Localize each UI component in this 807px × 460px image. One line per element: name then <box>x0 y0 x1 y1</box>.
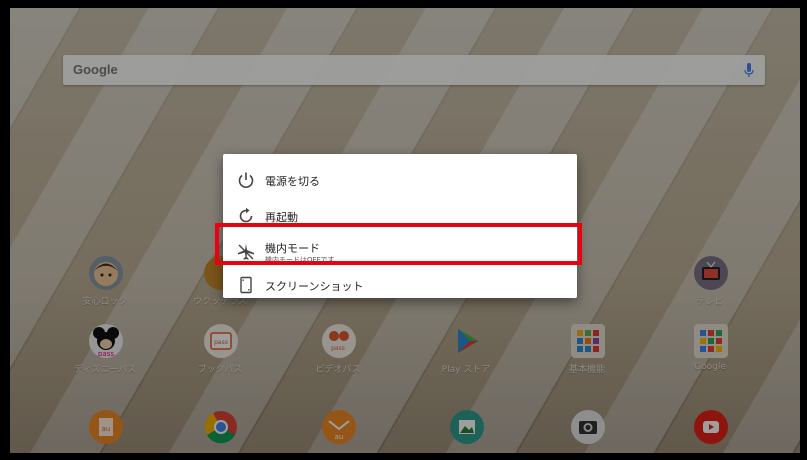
menu-item-power-off[interactable]: 電源を切る <box>223 162 577 198</box>
power-icon <box>238 172 254 188</box>
screenshot-icon <box>240 276 252 294</box>
menu-item-label: 電源を切る <box>265 175 320 188</box>
menu-item-screenshot[interactable]: スクリーンショット <box>223 270 577 306</box>
highlight-box <box>215 223 582 265</box>
menu-item-label: スクリーンショット <box>265 280 364 293</box>
